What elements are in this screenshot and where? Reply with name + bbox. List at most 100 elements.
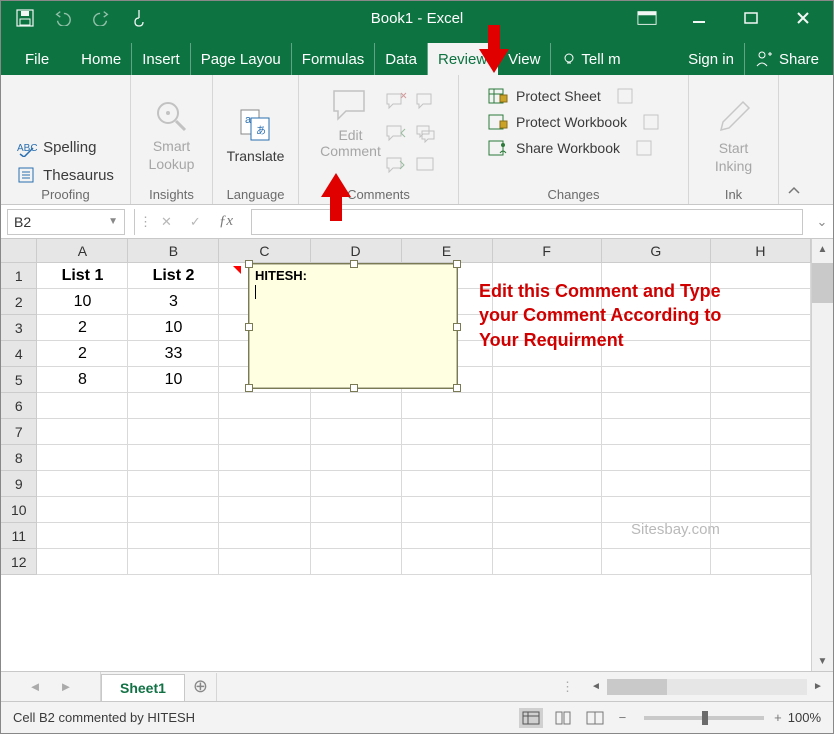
menu-page-layout[interactable]: Page Layou xyxy=(191,43,292,75)
cell-F10[interactable] xyxy=(493,497,602,523)
row-12[interactable]: 12 xyxy=(1,549,37,575)
cell-A12[interactable] xyxy=(37,549,128,575)
cell-D10[interactable] xyxy=(311,497,402,523)
col-F[interactable]: F xyxy=(493,239,602,263)
cell-F12[interactable] xyxy=(493,549,602,575)
thesaurus-button[interactable]: Thesaurus xyxy=(17,165,114,185)
cell-E12[interactable] xyxy=(402,549,493,575)
add-sheet-button[interactable]: ⊕ xyxy=(185,673,217,701)
touch-mode-icon[interactable] xyxy=(129,8,149,28)
spelling-button[interactable]: ABC Spelling xyxy=(17,137,96,157)
cell-B8[interactable] xyxy=(128,445,219,471)
prev-comment-icon[interactable] xyxy=(385,123,407,143)
menu-data[interactable]: Data xyxy=(375,43,428,75)
cell-D11[interactable] xyxy=(311,523,402,549)
cell-B2[interactable]: 3 xyxy=(128,289,219,315)
col-C[interactable]: C xyxy=(219,239,310,263)
cell-B7[interactable] xyxy=(128,419,219,445)
name-box[interactable]: B2▼ xyxy=(7,209,125,235)
track-changes-icon[interactable] xyxy=(636,139,656,157)
minimize-icon[interactable] xyxy=(689,8,709,28)
row-2[interactable]: 2 xyxy=(1,289,37,315)
cell-D8[interactable] xyxy=(311,445,402,471)
sheet-nav[interactable]: ◄► xyxy=(1,672,101,701)
show-ink-icon[interactable] xyxy=(415,155,437,175)
cell-A7[interactable] xyxy=(37,419,128,445)
save-icon[interactable] xyxy=(15,8,35,28)
row-9[interactable]: 9 xyxy=(1,471,37,497)
horizontal-scrollbar[interactable]: ◄ ► xyxy=(581,679,833,695)
magnifier-icon[interactable] xyxy=(153,98,191,136)
vertical-scrollbar[interactable]: ▲ ▼ xyxy=(811,239,833,671)
cell-F7[interactable] xyxy=(493,419,602,445)
ribbon-display-icon[interactable] xyxy=(637,8,657,28)
page-break-view-icon[interactable] xyxy=(583,708,607,728)
next-comment-icon[interactable] xyxy=(385,155,407,175)
cell-H12[interactable] xyxy=(711,549,811,575)
redo-icon[interactable] xyxy=(91,8,111,28)
cell-H7[interactable] xyxy=(711,419,811,445)
row-6[interactable]: 6 xyxy=(1,393,37,419)
cell-G9[interactable] xyxy=(602,471,711,497)
protect-sheet-button[interactable]: Protect Sheet xyxy=(488,87,637,105)
allow-users-icon[interactable] xyxy=(643,113,663,131)
page-layout-view-icon[interactable] xyxy=(551,708,575,728)
cell-C11[interactable] xyxy=(219,523,310,549)
row-4[interactable]: 4 xyxy=(1,341,37,367)
cell-A4[interactable]: 2 xyxy=(37,341,128,367)
cell-H2[interactable] xyxy=(711,289,811,315)
share-workbook-button[interactable]: Share Workbook xyxy=(488,139,656,157)
cell-E6[interactable] xyxy=(402,393,493,419)
cell-A8[interactable] xyxy=(37,445,128,471)
menu-share[interactable]: Share xyxy=(744,43,833,75)
protect-workbook-button[interactable]: Protect Workbook xyxy=(488,113,663,131)
cell-A3[interactable]: 2 xyxy=(37,315,128,341)
cell-E11[interactable] xyxy=(402,523,493,549)
close-icon[interactable] xyxy=(793,8,813,28)
cell-C12[interactable] xyxy=(219,549,310,575)
cell-E8[interactable] xyxy=(402,445,493,471)
row-7[interactable]: 7 xyxy=(1,419,37,445)
expand-formula-icon[interactable]: ⌄ xyxy=(811,214,833,230)
fx-icon[interactable]: ƒx xyxy=(219,213,233,230)
cell-F5[interactable] xyxy=(493,367,602,393)
menu-file[interactable]: File xyxy=(15,43,71,75)
protect-share-icon[interactable] xyxy=(617,87,637,105)
spreadsheet-grid[interactable]: A B C D E F G H 1List 1List 221033210423… xyxy=(1,239,811,671)
cell-B11[interactable] xyxy=(128,523,219,549)
cell-A10[interactable] xyxy=(37,497,128,523)
cell-F9[interactable] xyxy=(493,471,602,497)
row-5[interactable]: 5 xyxy=(1,367,37,393)
cell-B12[interactable] xyxy=(128,549,219,575)
row-11[interactable]: 11 xyxy=(1,523,37,549)
sheet-tab-sheet1[interactable]: Sheet1 xyxy=(101,674,185,702)
ink-icon[interactable] xyxy=(713,96,755,138)
maximize-icon[interactable] xyxy=(741,8,761,28)
cell-B6[interactable] xyxy=(128,393,219,419)
menu-formulas[interactable]: Formulas xyxy=(292,43,376,75)
normal-view-icon[interactable] xyxy=(519,708,543,728)
cell-B4[interactable]: 33 xyxy=(128,341,219,367)
cell-E10[interactable] xyxy=(402,497,493,523)
cell-H6[interactable] xyxy=(711,393,811,419)
cell-A11[interactable] xyxy=(37,523,128,549)
cell-H11[interactable] xyxy=(711,523,811,549)
menu-tell[interactable]: Tell m xyxy=(551,43,630,75)
cell-H3[interactable] xyxy=(711,315,811,341)
collapse-ribbon-icon[interactable] xyxy=(779,75,809,204)
cell-F8[interactable] xyxy=(493,445,602,471)
cell-D12[interactable] xyxy=(311,549,402,575)
cell-B3[interactable]: 10 xyxy=(128,315,219,341)
row-10[interactable]: 10 xyxy=(1,497,37,523)
cell-D9[interactable] xyxy=(311,471,402,497)
cell-B10[interactable] xyxy=(128,497,219,523)
cell-H8[interactable] xyxy=(711,445,811,471)
cell-D7[interactable] xyxy=(311,419,402,445)
zoom-value[interactable]: 100% xyxy=(788,710,821,725)
cell-B9[interactable] xyxy=(128,471,219,497)
col-B[interactable]: B xyxy=(128,239,219,263)
cell-F11[interactable] xyxy=(493,523,602,549)
menu-signin[interactable]: Sign in xyxy=(678,43,744,75)
cell-D6[interactable] xyxy=(311,393,402,419)
translate-icon[interactable]: aあ xyxy=(237,106,275,144)
